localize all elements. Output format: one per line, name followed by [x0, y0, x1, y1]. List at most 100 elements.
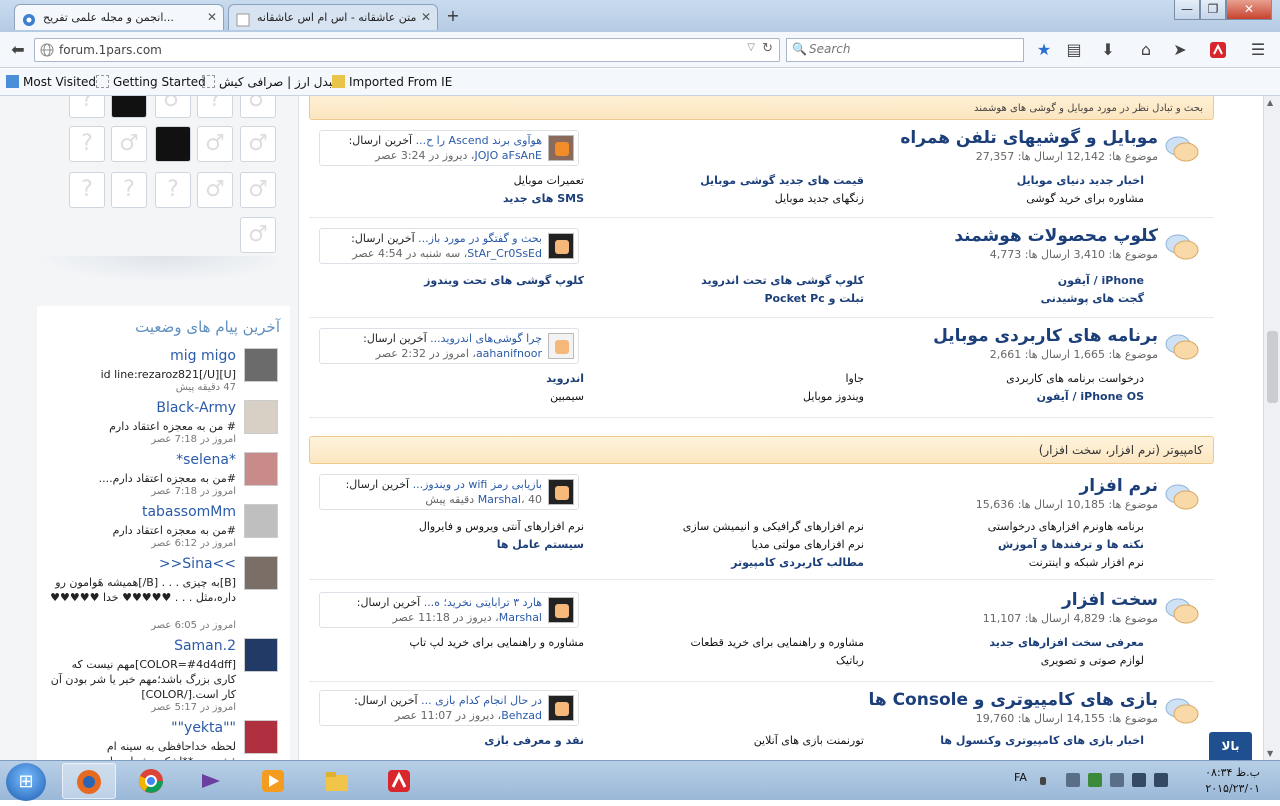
member-avatar-default-icon[interactable]: ?	[69, 126, 105, 162]
scroll-up-icon[interactable]: ▲	[1267, 98, 1273, 107]
member-avatar-male-icon[interactable]: ♂	[197, 126, 233, 162]
send-icon[interactable]: ➤	[1166, 36, 1194, 64]
restore-button[interactable]: ❐	[1200, 0, 1226, 20]
status-user-name[interactable]: mig migo	[170, 348, 236, 364]
subforum-link[interactable]: تبلت و Pocket Pc	[764, 292, 864, 305]
last-post-title[interactable]: در حال انجام کدام بازی ... آخرین ارسال:	[354, 694, 542, 707]
volume-icon[interactable]	[1154, 773, 1168, 787]
taskbar-explorer[interactable]	[310, 763, 364, 799]
subforum-link[interactable]: اخبار بازی های کامپیوتری وکنسول ها	[940, 734, 1144, 747]
avatar[interactable]	[244, 452, 278, 486]
subforum-link[interactable]: گجت های پوشیدنی	[1041, 292, 1144, 305]
subforum-link[interactable]: نرم افزارهای مولتی مدیا	[752, 538, 864, 551]
member-avatar-male-icon[interactable]: ♂	[111, 126, 147, 162]
subforum-link[interactable]: ویندوز موبایل	[803, 390, 864, 403]
reload-icon[interactable]: ↻	[762, 41, 773, 56]
search-bar[interactable]: 🔍	[786, 38, 1024, 62]
subforum-link[interactable]: کلوپ گوشی های تحت ویندوز	[424, 274, 584, 287]
subforum-link[interactable]: iPhone OS / آیفون	[1037, 390, 1144, 403]
member-avatar-default-icon[interactable]: ?	[111, 172, 147, 208]
status-user-name[interactable]: ""yekta""	[171, 720, 236, 736]
subforum-link[interactable]: سیستم عامل ها	[497, 538, 584, 551]
rss-feed-icon[interactable]	[555, 240, 569, 254]
subforum-link[interactable]: اخبار جدید دنیای موبایل	[1017, 174, 1144, 187]
status-user-name[interactable]: >>Sina<<	[159, 556, 236, 572]
last-post-title[interactable]: بازیابی رمز wifi در ویندوز... آخرین ارسا…	[346, 478, 542, 491]
member-avatar[interactable]	[111, 96, 147, 118]
taskbar-avira[interactable]	[372, 763, 426, 799]
home-icon[interactable]: ⌂	[1132, 36, 1160, 64]
subforum-link[interactable]: نقد و معرفی بازی	[484, 734, 584, 747]
subforum-link[interactable]: iPhone / آیفون	[1058, 274, 1144, 287]
tab-forum[interactable]: انجمن و مجله علمی تفریح... ✕	[14, 4, 224, 30]
member-avatar-default-icon[interactable]: ?	[155, 172, 191, 208]
close-window-button[interactable]: ✕	[1226, 0, 1272, 20]
avatar[interactable]	[244, 400, 278, 434]
subforum-link[interactable]: نکته ها و ترفندها و آموزش	[998, 538, 1144, 551]
status-user-name[interactable]: *selena*	[176, 452, 236, 468]
start-button[interactable]: ⊞	[6, 763, 46, 801]
forum-title[interactable]: کلوپ محصولات هوشمند	[954, 226, 1158, 246]
subforum-link[interactable]: جاوا	[845, 372, 864, 385]
page-scrollbar[interactable]: ▲ ▼	[1263, 96, 1280, 760]
bookmarks-menu-icon[interactable]: ▤	[1060, 36, 1088, 64]
tab-close-icon[interactable]: ✕	[421, 5, 431, 30]
bookmark-star-icon[interactable]: ★	[1030, 36, 1058, 64]
forum-title[interactable]: موبایل و گوشیهای تلفن همراه	[900, 128, 1158, 148]
last-post-title[interactable]: بحث و گفتگو در مورد باز... آخرین ارسال:	[351, 232, 542, 245]
forum-title[interactable]: سخت افزار	[1062, 590, 1158, 610]
downloads-icon[interactable]: ⬇	[1094, 36, 1122, 64]
network-icon[interactable]	[1132, 773, 1146, 787]
member-avatar-male-icon[interactable]: ♂	[197, 172, 233, 208]
subforum-link[interactable]: نرم افزار شبکه و اینترنت	[1029, 556, 1144, 569]
member-avatar-male-icon[interactable]: ♂	[240, 96, 276, 118]
category-title[interactable]: کامپیوتر (نرم افزار، سخت افزار)	[1039, 443, 1203, 457]
subforum-link[interactable]: زنگهای جدید موبایل	[775, 192, 864, 205]
minimize-button[interactable]: —	[1174, 0, 1200, 20]
avatar[interactable]	[244, 504, 278, 538]
subforum-link[interactable]: SMS های جدید	[503, 192, 584, 205]
scrollbar-thumb[interactable]	[1267, 331, 1278, 403]
subforum-link[interactable]: برنامه هاونرم افزارهای درخواستی	[988, 520, 1144, 533]
bookmark-currency[interactable]: مبدل ارز | صرافی کیش	[202, 75, 339, 89]
subforum-link[interactable]: لوازم صوتی و تصویری	[1041, 654, 1144, 667]
address-bar[interactable]: forum.1pars.com ▽ ↻	[34, 38, 780, 62]
rss-feed-icon[interactable]	[555, 340, 569, 354]
last-post-title[interactable]: هارد ۳ ترابایتی نخرید؛ ه... آخرین ارسال:	[357, 596, 542, 609]
subforum-link[interactable]: رباتیک	[836, 654, 864, 667]
scroll-down-icon[interactable]: ▼	[1267, 749, 1273, 758]
subforum-link[interactable]: نرم افزارهای آنتی ویروس و فایروال	[419, 520, 584, 533]
taskbar-media-player[interactable]	[246, 763, 300, 799]
member-avatar-male-icon[interactable]: ♂	[240, 217, 276, 253]
avatar[interactable]	[244, 720, 278, 754]
avira-icon[interactable]	[1204, 36, 1232, 64]
forum-title[interactable]: نرم افزار	[1080, 476, 1158, 496]
system-clock[interactable]: ب.ظ ۰۸:۳۴ ۲۰۱۵/۲۳/۰۱	[1205, 765, 1260, 797]
member-avatar-male-icon[interactable]: ♂	[240, 126, 276, 162]
subforum-link[interactable]: مشاوره و راهنمایی برای خرید قطعات	[691, 636, 864, 649]
show-hidden-icons-icon[interactable]	[1040, 777, 1046, 785]
language-indicator[interactable]: FA	[1014, 771, 1027, 784]
rss-feed-icon[interactable]	[555, 702, 569, 716]
device-icon[interactable]	[1110, 773, 1124, 787]
rss-feed-icon[interactable]	[555, 142, 569, 156]
member-avatar-default-icon[interactable]: ?	[69, 96, 105, 118]
subforum-link[interactable]: مطالب کاربردی کامپیوتر	[731, 556, 864, 569]
member-avatar-male-icon[interactable]: ♂	[240, 172, 276, 208]
avatar[interactable]	[244, 348, 278, 382]
member-avatar-default-icon[interactable]: ?	[197, 96, 233, 118]
taskbar-firefox[interactable]	[62, 763, 116, 799]
status-user-name[interactable]: Saman.2	[174, 638, 236, 654]
rss-feed-icon[interactable]	[555, 604, 569, 618]
menu-icon[interactable]: ☰	[1244, 36, 1272, 64]
tab-close-icon[interactable]: ✕	[207, 5, 217, 30]
bookmark-imported-ie[interactable]: Imported From IE	[332, 75, 452, 89]
forum-title[interactable]: برنامه های کاربردی موبایل	[933, 326, 1158, 346]
flag-icon[interactable]	[1066, 773, 1080, 787]
security-icon[interactable]	[1088, 773, 1102, 787]
bookmark-getting-started[interactable]: Getting Started	[96, 75, 206, 89]
subforum-link[interactable]: تورنمنت بازی های آنلاین	[754, 734, 864, 747]
new-tab-button[interactable]: +	[442, 6, 464, 28]
member-avatar-default-icon[interactable]: ?	[69, 172, 105, 208]
subforum-link[interactable]: معرفی سخت افزارهای جدید	[989, 636, 1144, 649]
